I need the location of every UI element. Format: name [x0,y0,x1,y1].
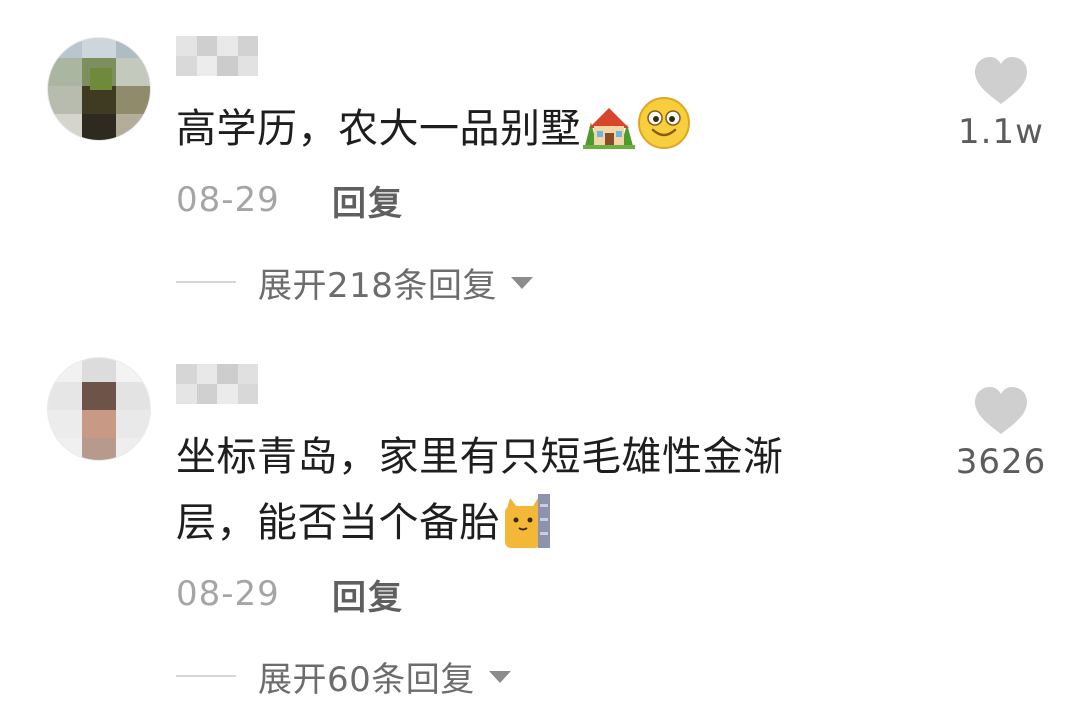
house-with-garden-emoji [583,102,635,169]
comment-meta: 08-29 回复 [176,180,404,224]
divider-line [176,675,236,677]
comment-text: 坐标青岛，家里有只短毛雄性金渐 层，能否当个备胎 [176,424,784,556]
reply-button[interactable]: 回复 [332,570,404,619]
expand-replies-label: 展开218条回复 [258,265,497,306]
comment-text: 高学历，农大一品别墅 [176,96,691,169]
like-count: 1.1w [958,112,1044,152]
comment-text-line: 层，能否当个备胎 [176,500,500,546]
caret-down-icon [510,277,533,289]
like-button[interactable]: 1.1w [946,56,1056,152]
like-button[interactable]: 3626 [946,386,1056,482]
avatar[interactable] [48,358,150,460]
caret-down-icon [488,671,511,683]
expand-replies-button[interactable]: 展开218条回复 [176,262,533,306]
smiling-face-emoji [637,96,691,169]
heart-icon [975,387,1027,434]
username-blurred[interactable] [176,364,258,404]
cat-peeking-behind-wall-emoji [502,494,552,568]
comment-text-line: 坐标青岛，家里有只短毛雄性金渐 [176,434,784,480]
avatar[interactable] [48,38,150,140]
like-count: 3626 [955,442,1047,482]
username-blurred[interactable] [176,36,258,76]
comment-item: 坐标青岛，家里有只短毛雄性金渐 层，能否当个备胎 08-29 回复 展开60条回… [0,330,1068,700]
divider-line [176,281,236,283]
comment-date: 08-29 [176,574,280,614]
comment-meta: 08-29 回复 [176,574,404,618]
expand-replies-label: 展开60条回复 [258,659,475,700]
heart-icon [975,57,1027,104]
reply-button[interactable]: 回复 [332,176,404,225]
comment-text-body: 高学历，农大一品别墅 [176,106,581,152]
comment-date: 08-29 [176,180,280,220]
comment-item: 高学历，农大一品别墅 08-29 回复 展开218条回复 1.1w [0,0,1068,330]
expand-replies-button[interactable]: 展开60条回复 [176,656,511,700]
